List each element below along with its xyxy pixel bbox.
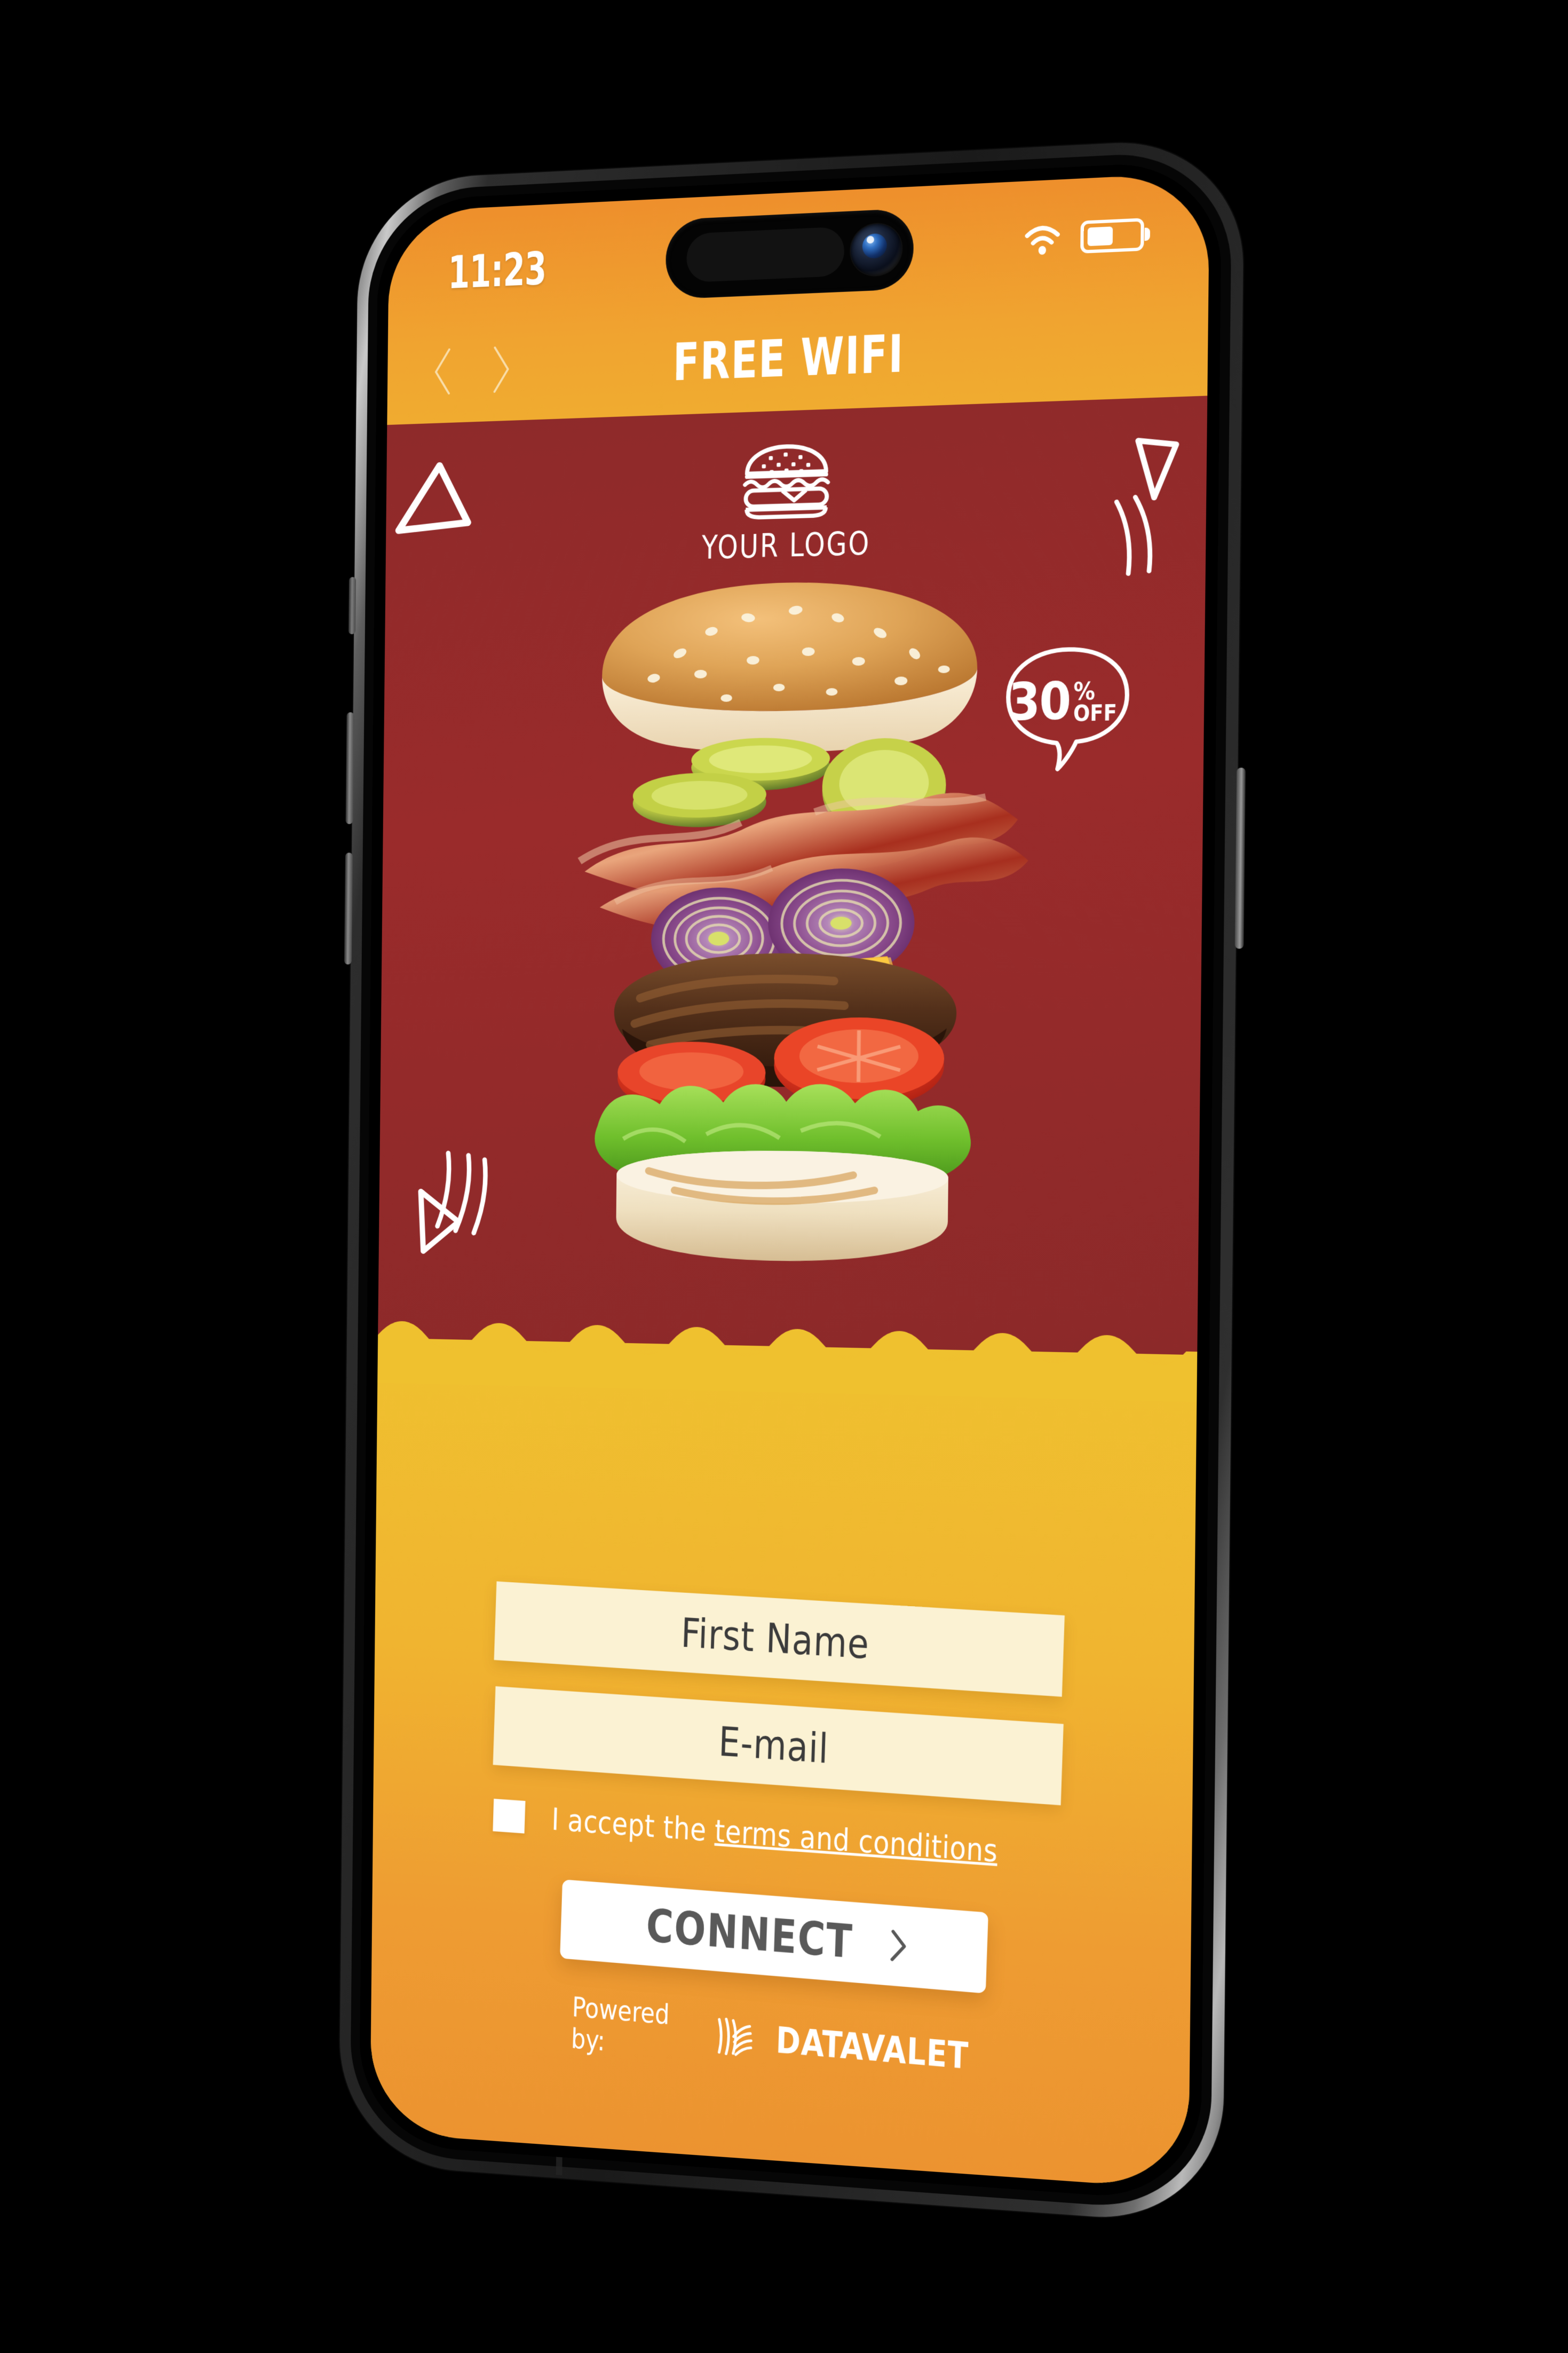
volume-down-button[interactable] [344,852,353,965]
dynamic-island [665,208,914,299]
deconstructed-burger-image [519,578,1029,1264]
burger-icon [736,437,837,520]
vendor-name: DATAVALET [775,2019,970,2078]
island-pill [686,226,845,283]
connect-button[interactable]: CONNECT [560,1879,988,1994]
terms-row[interactable]: I accept the terms and conditions [493,1797,1062,1874]
battery-icon [1080,218,1151,254]
power-button[interactable] [1234,768,1246,949]
battery-cap [1144,227,1151,241]
battery-fill [1087,226,1113,247]
terms-and-conditions-link[interactable]: terms and conditions [714,1813,998,1869]
screenshot-stage: YOUR LOGO 30 % OFF First Name E-mail I a… [0,0,1568,2353]
wifi-icon [1023,222,1062,255]
signup-form-section: First Name E-mail I accept the terms and… [370,1338,1198,2190]
brand-logo-text: YOUR LOGO [701,525,871,567]
silent-switch-button[interactable] [348,577,357,635]
discount-badge: 30 % OFF [995,638,1138,777]
powered-by-label: Powered by: [571,1991,670,2058]
page-title: FREE WIFI [672,323,905,393]
discount-off-label: OFF [1073,700,1117,727]
promo-hero-section: YOUR LOGO 30 % OFF [378,396,1208,1357]
email-placeholder: E-mail [717,1717,829,1773]
discount-number: 30 [1008,672,1071,732]
email-input[interactable]: E-mail [493,1686,1064,1805]
first-name-placeholder: First Name [680,1608,870,1668]
front-camera-icon [850,223,902,277]
phone-mockup: YOUR LOGO 30 % OFF First Name E-mail I a… [338,136,1246,2226]
speed-lines-doodle-icon [1101,490,1174,585]
first-name-input[interactable]: First Name [494,1581,1065,1697]
datavalet-swirl-icon [712,2010,757,2063]
brand-logo-block: YOUR LOGO [385,424,1207,575]
volume-up-button[interactable] [345,712,354,824]
speed-lines-doodle-icon [429,1142,491,1242]
chevron-right-icon [889,1928,908,1964]
triangle-doodle-icon [391,450,488,552]
terms-checkbox[interactable] [493,1798,526,1834]
frame-seam [556,2157,563,2175]
discount-value-group: 30 % OFF [1008,672,1117,732]
status-clock: 11:23 [448,242,547,299]
terms-label: I accept the terms and conditions [551,1801,999,1869]
connect-button-label: CONNECT [645,1899,854,1969]
phone-screen: YOUR LOGO 30 % OFF First Name E-mail I a… [370,172,1210,2190]
footer-attribution: Powered by: DATAVALET [567,1991,978,2089]
terms-prefix: I accept the [551,1801,716,1849]
status-indicators [1023,218,1151,256]
discount-percent-symbol: % [1073,677,1096,706]
